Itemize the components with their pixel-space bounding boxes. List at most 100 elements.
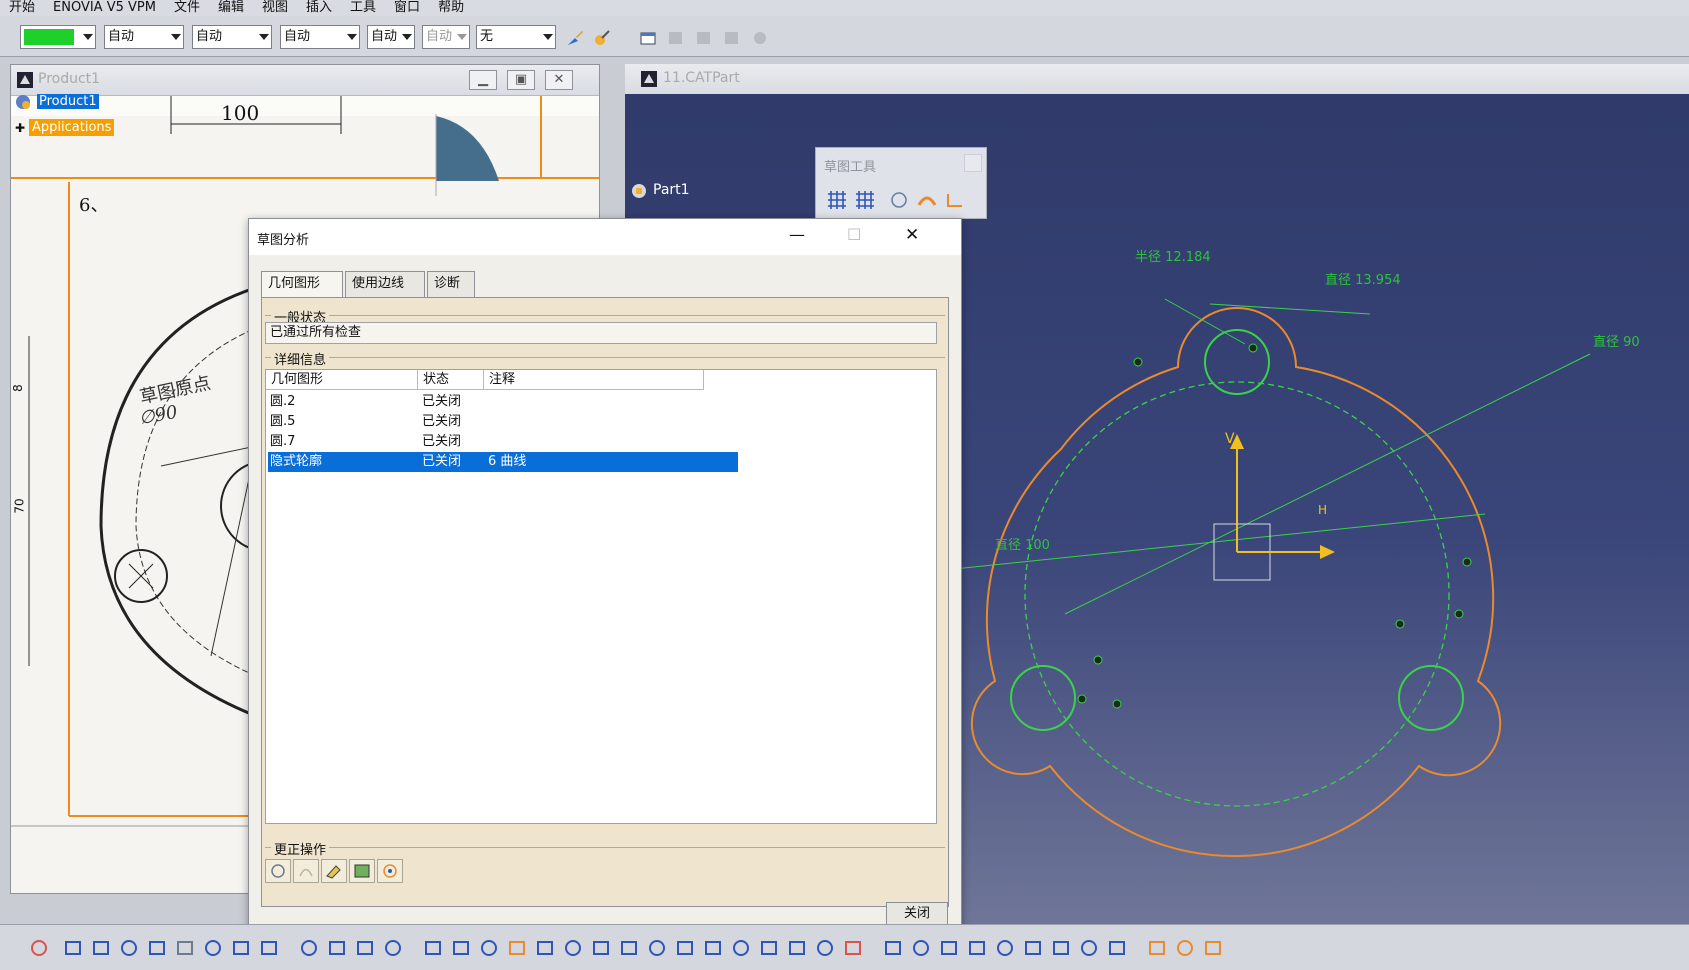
menu-help[interactable]: 帮助 <box>429 0 473 16</box>
tab-diagnosis[interactable]: 诊断 <box>427 271 475 297</box>
fix-isolate-button[interactable] <box>377 859 403 883</box>
minimize-button[interactable]: ▁ <box>469 70 497 90</box>
toolbar-tool-icon[interactable] <box>1148 939 1166 957</box>
cell-geometry: 圆.2 <box>270 394 296 409</box>
toolbar-tool-icon[interactable] <box>300 939 318 957</box>
snap-grid-icon[interactable] <box>854 190 876 210</box>
cell-note: 6 曲线 <box>488 454 527 469</box>
menu-enovia[interactable]: ENOVIA V5 VPM <box>44 0 165 16</box>
linetype-select[interactable]: 自动 <box>104 25 184 49</box>
dialog-close-icon[interactable]: ✕ <box>905 225 919 245</box>
paint-brush-icon[interactable] <box>565 28 585 48</box>
toolbar-tool-icon[interactable] <box>148 939 166 957</box>
table-row[interactable]: 圆.2 已关闭 <box>268 392 738 412</box>
toolbar-tool-icon[interactable] <box>356 939 374 957</box>
geometric-constraints-icon[interactable] <box>916 190 938 210</box>
toolbar-tool-icon[interactable] <box>676 939 694 957</box>
menu-insert[interactable]: 插入 <box>297 0 341 16</box>
toolbar-tool-icon[interactable] <box>620 939 638 957</box>
column-header-note[interactable]: 注释 <box>484 370 704 390</box>
toolbar-tool-icon[interactable] <box>64 939 82 957</box>
toolbar-tool-icon[interactable] <box>884 939 902 957</box>
toolbar-tool-icon[interactable] <box>968 939 986 957</box>
toolbar-tool-icon[interactable] <box>260 939 278 957</box>
table-row[interactable]: 隐式轮廓 已关闭 6 曲线 <box>268 452 738 472</box>
table-row[interactable]: 圆.5 已关闭 <box>268 412 738 432</box>
toolbar-tool-icon[interactable] <box>204 939 222 957</box>
toolbar-tool-icon[interactable] <box>912 939 930 957</box>
render-style-select[interactable]: 无 <box>476 25 556 49</box>
toolbar-tool-icon[interactable] <box>788 939 806 957</box>
grid-icon[interactable] <box>826 190 848 210</box>
toolbar-tool-icon[interactable] <box>328 939 346 957</box>
menu-file[interactable]: 文件 <box>165 0 209 16</box>
properties-toolbar: 自动 自动 自动 自动 自动 无 <box>0 16 1689 57</box>
maximize-button[interactable]: ▣ <box>507 70 535 90</box>
properties-icon[interactable] <box>638 28 658 48</box>
toolbar-tool-icon[interactable] <box>424 939 442 957</box>
toolbar-tool-icon[interactable] <box>760 939 778 957</box>
toolbar-tool-icon[interactable] <box>844 939 862 957</box>
part-window-titlebar: 11.CATPart <box>625 64 1689 94</box>
point-type-select[interactable]: 自动 <box>280 25 360 49</box>
toolbar-tool-icon[interactable] <box>232 939 250 957</box>
menu-tools[interactable]: 工具 <box>341 0 385 16</box>
toolbar-tool-icon[interactable] <box>648 939 666 957</box>
toolbar-tool-icon[interactable] <box>1176 939 1194 957</box>
format-painter-icon[interactable] <box>592 28 612 48</box>
tree-item-applications[interactable]: Applications <box>29 119 115 136</box>
geometry-list[interactable]: 几何图形 状态 注释 圆.2 已关闭 圆.5 已关闭 圆.7 已关闭 隐式轮廓 已关闭 6 曲线 <box>265 369 937 824</box>
toolbar-tool-icon[interactable] <box>1108 939 1126 957</box>
tab-geometry[interactable]: 几何图形 <box>261 271 343 297</box>
catpart-window-icon <box>641 71 657 87</box>
toolbar-tool-icon[interactable] <box>940 939 958 957</box>
toolbar-tool-icon[interactable] <box>732 939 750 957</box>
toolbar-tool-icon[interactable] <box>536 939 554 957</box>
toolbar-tool-icon[interactable] <box>452 939 470 957</box>
dim-line-90 <box>1064 353 1591 615</box>
sketch-tools-toolbar: 草图工具 <box>815 147 987 219</box>
toolbar-tool-icon[interactable] <box>92 939 110 957</box>
fix-erase-button[interactable] <box>321 859 347 883</box>
toolbar-tool-icon[interactable] <box>480 939 498 957</box>
toolbar-tool-icon[interactable] <box>508 939 526 957</box>
menu-view[interactable]: 视图 <box>253 0 297 16</box>
toolbar-tool-icon[interactable] <box>592 939 610 957</box>
toolbar-tool-icon[interactable] <box>1024 939 1042 957</box>
toolbar-tool-icon[interactable] <box>704 939 722 957</box>
axis-h-label: H <box>1318 503 1328 517</box>
toolbar-tool-icon[interactable] <box>1080 939 1098 957</box>
color-select[interactable] <box>20 25 96 49</box>
toolbar-tool-icon[interactable] <box>996 939 1014 957</box>
toolbar-tool-icon[interactable] <box>564 939 582 957</box>
toolbar-tool-icon[interactable] <box>384 939 402 957</box>
column-header-state[interactable]: 状态 <box>418 370 484 390</box>
menu-edit[interactable]: 编辑 <box>209 0 253 16</box>
hide-icon <box>354 864 370 878</box>
column-header-geometry[interactable]: 几何图形 <box>266 370 418 390</box>
constraint-symbol <box>1248 343 1258 353</box>
toolbar-tool-icon[interactable] <box>1204 939 1222 957</box>
toolbar-tool-icon[interactable] <box>816 939 834 957</box>
table-row[interactable]: 圆.7 已关闭 <box>268 432 738 452</box>
tree-item-product1[interactable]: Product1 <box>37 94 99 109</box>
fix-construction-button[interactable] <box>265 859 291 883</box>
menu-start[interactable]: 开始 <box>0 0 44 16</box>
toolbar-tool-icon[interactable] <box>120 939 138 957</box>
toolbar-tool-icon[interactable] <box>1052 939 1070 957</box>
layer-select[interactable]: 自动 <box>367 25 415 49</box>
construction-element-icon[interactable] <box>888 190 910 210</box>
dimensional-constraints-icon[interactable] <box>944 190 966 210</box>
sketch-tools-close-button[interactable] <box>964 154 982 172</box>
tree-expand-icon[interactable]: ✚ <box>15 121 25 135</box>
dialog-maximize-button: ☐ <box>847 225 862 244</box>
dialog-close-button[interactable]: 关闭 <box>886 902 948 926</box>
menu-window[interactable]: 窗口 <box>385 0 429 16</box>
tab-use-edges[interactable]: 使用边线 <box>345 271 425 297</box>
close-window-button[interactable]: ✕ <box>545 70 573 90</box>
dialog-minimize-button[interactable]: — <box>789 225 805 244</box>
thickness-select[interactable]: 自动 <box>192 25 272 49</box>
toolbar-tool-icon[interactable] <box>30 939 48 957</box>
toolbar-tool-icon[interactable] <box>176 939 194 957</box>
fix-hide-button[interactable] <box>349 859 375 883</box>
